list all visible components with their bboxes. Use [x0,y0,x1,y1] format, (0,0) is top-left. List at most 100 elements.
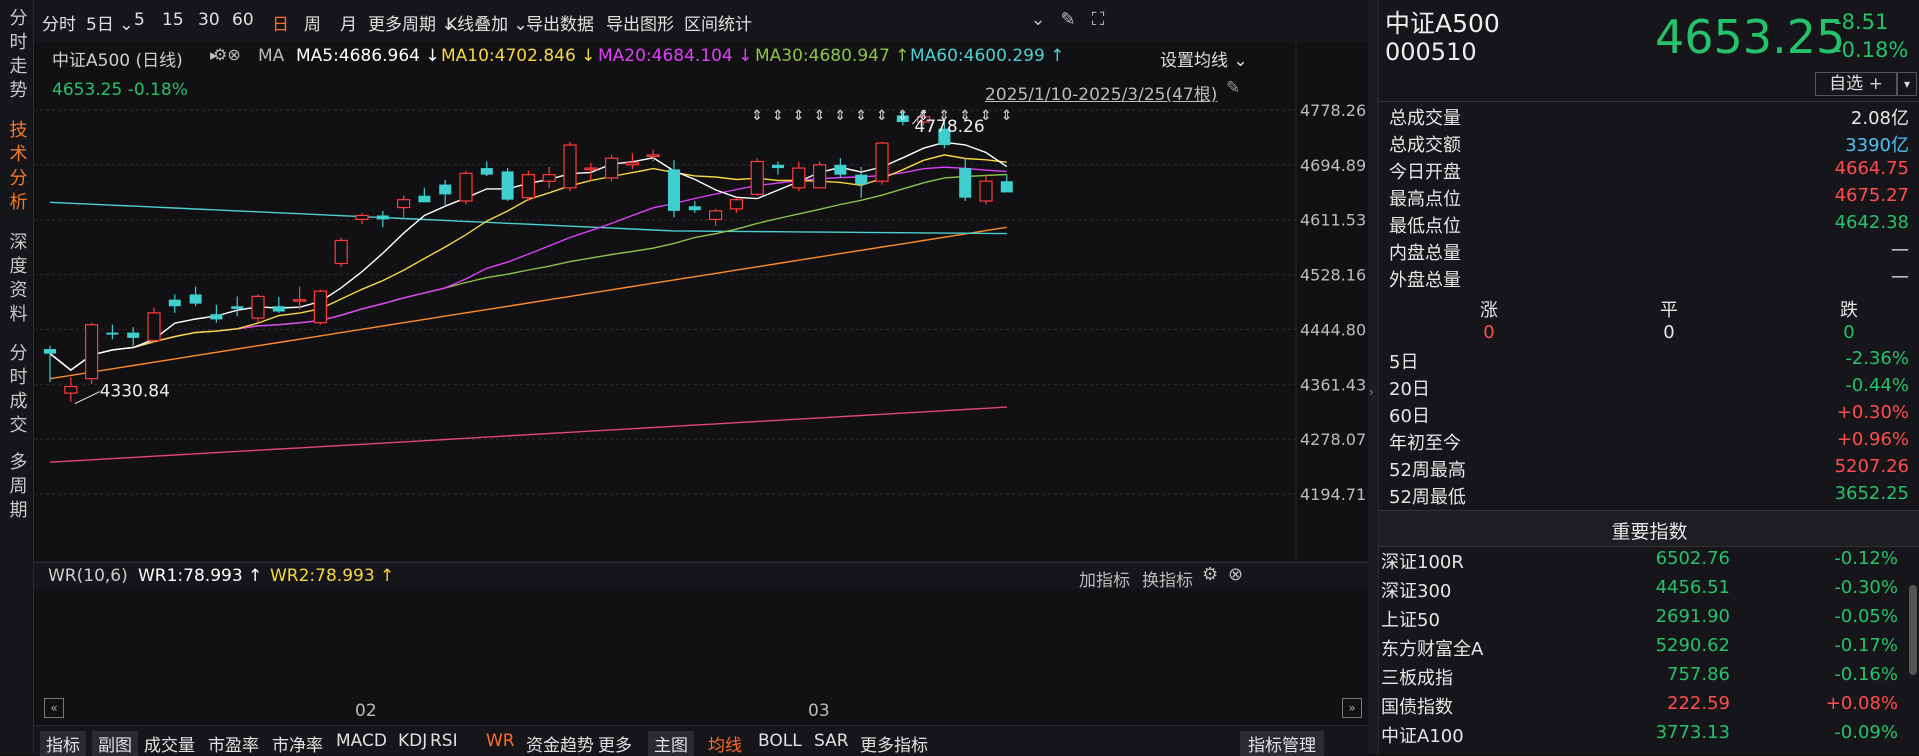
chevron-circle-icon[interactable]: ⌄ [1026,8,1050,32]
candle-body[interactable] [189,294,202,304]
indicator-tab[interactable]: 指标 [40,731,86,756]
candle-body[interactable] [584,167,598,171]
candle-body[interactable] [106,332,119,335]
candle-body[interactable] [750,160,764,196]
candle-body[interactable] [64,385,78,394]
indicator-tab[interactable]: SAR [814,731,849,751]
candle-body[interactable] [688,206,701,211]
left-nav-item[interactable]: 多周期 [0,452,33,530]
index-row[interactable]: 东方财富全A 5290.62 -0.17% [1379,635,1919,663]
candle-body[interactable] [127,332,140,338]
left-nav-item[interactable]: 分时成交 [0,343,33,445]
candle-body[interactable] [397,199,411,209]
toolbar-item[interactable]: 分时 [42,10,76,35]
candle-body[interactable] [563,144,577,189]
candle-body[interactable] [542,174,556,182]
wr-settings-icon[interactable]: ⚙ [1202,564,1218,585]
index-row[interactable]: 中证A100 3773.13 -0.09% [1379,722,1919,750]
gear-close-icons[interactable]: ⚙⊗ [213,45,241,64]
indicator-tab[interactable]: MACD [336,731,387,751]
candle-body[interactable] [293,299,307,302]
candle-body[interactable] [668,169,680,211]
scroll-left-icon[interactable]: « [44,698,64,718]
toolbar-item[interactable]: 月 [340,10,357,35]
candle-body[interactable] [646,154,660,158]
candle-body[interactable] [147,312,161,342]
kline-chart[interactable]: 4778.26 4694.89 4611.53 4528.16 4444.80 4361.… [34,42,1368,562]
add-indicator-button[interactable]: 加指标 [1079,566,1130,591]
candle-body[interactable] [772,164,784,169]
watchlist-dropdown-icon[interactable]: ▾ [1897,72,1917,96]
panel-splitter[interactable]: › [1368,0,1378,754]
scroll-right-icon[interactable]: » [1342,698,1362,718]
indicator-tab[interactable]: 成交量 [144,731,195,756]
index-scrollbar[interactable] [1909,585,1917,675]
candle-body[interactable] [708,210,723,221]
candle-body[interactable] [875,142,889,182]
toolbar-item[interactable]: 30 [198,10,220,30]
brush-icon[interactable]: ✎ [1056,8,1080,32]
index-row[interactable]: 国债指数 222.59 +0.08% [1379,693,1919,721]
index-row[interactable]: 深证100R 6502.76 -0.12% [1379,548,1919,576]
candle-body[interactable] [501,171,514,200]
toolbar-item[interactable]: 60 [232,10,254,30]
left-nav-item[interactable]: 深度资料 [0,232,33,334]
indicator-tab[interactable]: 副图 [92,731,138,756]
fullscreen-icon[interactable]: ⛶ [1086,8,1110,32]
collapse-icon[interactable]: › [1369,385,1374,399]
toolbar-item[interactable]: 周 [304,10,321,35]
candle-body[interactable] [979,180,993,202]
candle-body[interactable] [251,295,265,319]
toolbar-item[interactable]: 导出图形 [606,10,674,35]
indicator-tab[interactable]: 更多 [598,731,632,756]
indicator-tab[interactable]: 均线 [708,731,742,756]
candle-body[interactable] [355,214,369,221]
index-row[interactable]: 三板成指 757.86 -0.16% [1379,664,1919,692]
toolbar-item[interactable]: 更多周期 ⌄ [368,10,456,35]
toolbar-item[interactable]: 5日 ⌄ [86,10,133,35]
indicator-tab[interactable]: 主图 [648,731,694,756]
toolbar-item[interactable]: 5 [134,10,145,30]
indicator-tab[interactable]: 市盈率 [208,731,259,756]
toolbar-item[interactable]: 日 [272,10,289,35]
candle-body[interactable] [313,290,327,324]
index-row[interactable]: 深证300 4456.51 -0.30% [1379,577,1919,605]
candle-body[interactable] [834,164,847,175]
indicator-tab[interactable]: KDJ [398,731,427,751]
swap-indicator-button[interactable]: 换指标 [1142,566,1193,591]
indicator-tab[interactable]: BOLL [758,731,802,751]
set-ma-button[interactable]: 设置均线 ⌄ [1160,46,1248,71]
candle-body[interactable] [231,306,244,309]
candle-body[interactable] [418,195,431,203]
candle-body[interactable] [334,239,348,265]
candle-body[interactable] [84,324,99,380]
left-nav-item[interactable]: 分时走势 [0,8,33,110]
candle-body[interactable] [480,168,493,175]
candle-body[interactable] [272,306,285,312]
candle-body[interactable] [812,164,827,189]
indicator-tab[interactable]: WR [486,731,515,751]
candle-body[interactable] [168,299,181,307]
add-watchlist-button[interactable]: 自选 + [1815,72,1897,96]
candle-body[interactable] [210,314,223,320]
toolbar-item[interactable]: 导出数据 [526,10,594,35]
left-nav-item[interactable]: 技术分析 [0,120,33,222]
candle-body[interactable] [855,174,868,185]
date-range[interactable]: 2025/1/10-2025/3/25(47根) [985,80,1217,105]
toolbar-item[interactable]: 15 [162,10,184,30]
candle-body[interactable] [604,157,619,179]
candle-body[interactable] [439,184,452,195]
candle-body[interactable] [625,162,640,166]
candle-body[interactable] [1000,181,1013,193]
indicator-tab[interactable]: 更多指标 [860,731,928,756]
candle-body[interactable] [459,172,473,202]
candle-body[interactable] [959,168,972,198]
indicator-tab[interactable]: 市净率 [272,731,323,756]
toolbar-item[interactable]: 区间统计 [684,10,752,35]
indicator-tab[interactable]: 资金趋势 [526,731,594,756]
indicator-manage-button[interactable]: 指标管理 [1240,731,1324,756]
pin-icon[interactable]: ✎ [1226,78,1240,98]
index-row[interactable]: 上证50 2691.90 -0.05% [1379,606,1919,634]
toolbar-item[interactable]: K线叠加 ⌄ [446,10,528,35]
indicator-tab[interactable]: RSI [430,731,458,751]
